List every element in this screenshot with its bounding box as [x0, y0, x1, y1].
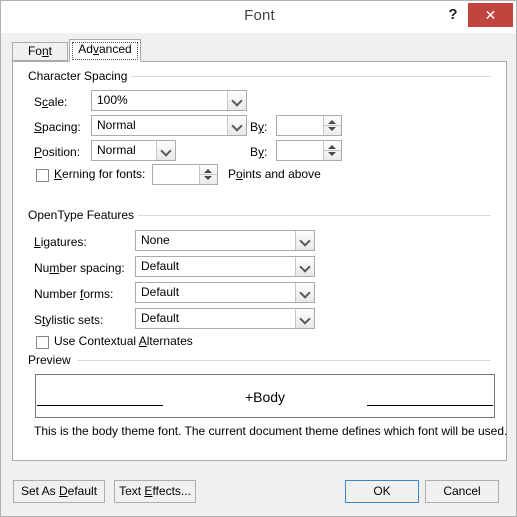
opentype-features-group-title: OpenType Features: [24, 208, 139, 222]
help-icon[interactable]: ?: [442, 4, 464, 26]
text-effects-button[interactable]: Text Effects...: [114, 480, 196, 503]
font-dialog: Font ? ✕ Font Advanced Character Spacing…: [0, 0, 517, 517]
set-as-default-button[interactable]: Set As Default: [13, 480, 105, 503]
ligatures-value: None: [141, 233, 170, 247]
scale-value: 100%: [97, 93, 128, 107]
kerning-suffix-label: Points and above: [228, 167, 321, 181]
chevron-down-icon[interactable]: [295, 231, 314, 250]
cancel-button[interactable]: Cancel: [425, 480, 499, 503]
spacing-by-label: By:: [250, 120, 268, 134]
font-preview-box: +Body: [35, 374, 495, 418]
close-icon[interactable]: ✕: [468, 3, 513, 27]
preview-rule-left: [37, 405, 163, 406]
number-forms-label: Number forms:: [34, 287, 114, 301]
ok-button[interactable]: OK: [345, 480, 419, 503]
tab-font-label: Font: [27, 44, 53, 58]
scale-label: Scale:: [34, 95, 68, 109]
tab-font[interactable]: Font: [12, 42, 68, 61]
number-spacing-value: Default: [141, 259, 180, 273]
group-divider: [129, 76, 491, 77]
character-spacing-group-title: Character Spacing: [24, 69, 132, 83]
chevron-down-icon[interactable]: [295, 309, 314, 328]
ligatures-label: Ligatures:: [34, 235, 87, 249]
number-forms-value: Default: [141, 285, 180, 299]
number-spacing-combo[interactable]: Default: [135, 256, 315, 277]
stylistic-sets-value: Default: [141, 311, 180, 325]
contextual-alternates-label: Use Contextual Alternates: [54, 334, 193, 348]
stylistic-sets-label: Stylistic sets:: [34, 313, 104, 327]
stylistic-sets-combo[interactable]: Default: [135, 308, 315, 329]
preview-sample-text: +Body: [244, 389, 286, 405]
position-by-label: By:: [250, 145, 268, 159]
kerning-points-stepper[interactable]: [152, 164, 218, 185]
spacing-value: Normal: [97, 118, 136, 132]
position-label: Position:: [34, 145, 81, 159]
contextual-alternates-checkbox[interactable]: [36, 336, 49, 349]
spacing-by-stepper[interactable]: [276, 115, 342, 136]
number-spacing-label: Number spacing:: [34, 261, 125, 275]
preview-description: This is the body theme font. The current…: [34, 424, 508, 438]
position-by-stepper[interactable]: [276, 140, 342, 161]
kerning-label: Kerning for fonts:: [54, 167, 146, 181]
preview-rule-right: [367, 405, 493, 406]
spacing-combo[interactable]: Normal: [91, 115, 247, 136]
position-value: Normal: [97, 143, 136, 157]
stepper-arrows-icon[interactable]: [323, 141, 341, 160]
advanced-tab-panel: Character Spacing Scale: 100% Spacing: N…: [12, 61, 507, 461]
dialog-title: Font: [244, 7, 275, 24]
position-combo[interactable]: Normal: [91, 140, 176, 161]
spacing-label: Spacing:: [34, 120, 81, 134]
ligatures-combo[interactable]: None: [135, 230, 315, 251]
chevron-down-icon[interactable]: [295, 257, 314, 276]
group-divider: [134, 215, 491, 216]
preview-group-title: Preview: [24, 353, 75, 367]
tab-advanced-label: Advanced: [78, 42, 132, 56]
number-forms-combo[interactable]: Default: [135, 282, 315, 303]
stepper-arrows-icon[interactable]: [323, 116, 341, 135]
kerning-checkbox[interactable]: [36, 169, 49, 182]
chevron-down-icon[interactable]: [227, 91, 246, 110]
scale-combo[interactable]: 100%: [91, 90, 247, 111]
stepper-arrows-icon[interactable]: [199, 165, 217, 184]
chevron-down-icon[interactable]: [295, 283, 314, 302]
chevron-down-icon[interactable]: [156, 141, 175, 160]
title-bar: Font ? ✕: [1, 1, 516, 33]
tab-advanced[interactable]: Advanced: [69, 39, 141, 62]
group-divider: [77, 360, 491, 361]
chevron-down-icon[interactable]: [227, 116, 246, 135]
